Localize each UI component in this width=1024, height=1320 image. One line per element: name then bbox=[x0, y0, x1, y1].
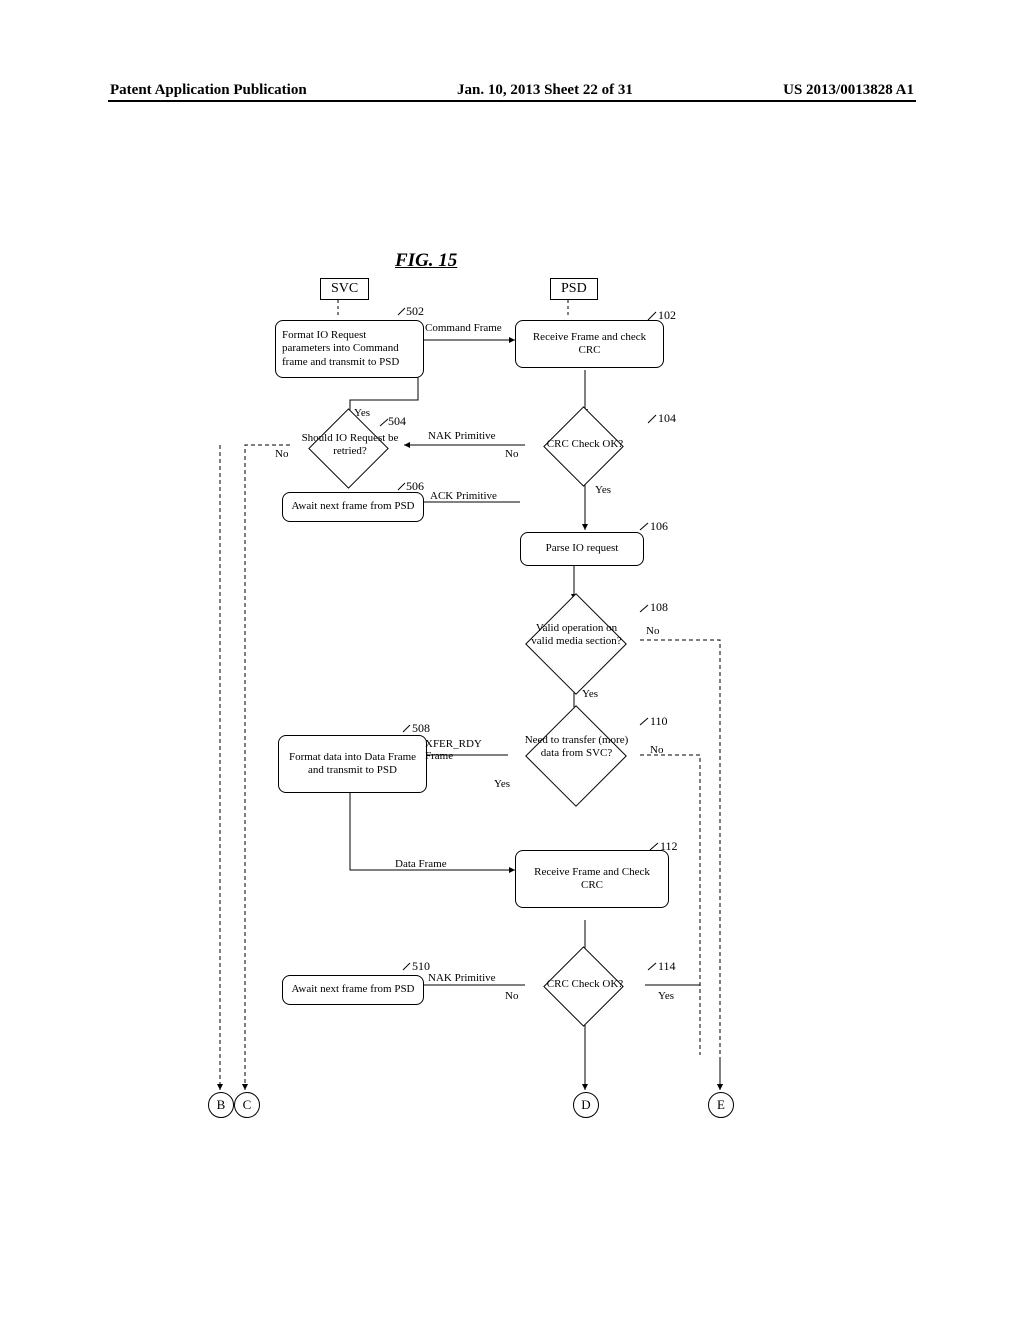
label-110-no: No bbox=[650, 744, 663, 756]
ref-104: 104 bbox=[658, 411, 676, 426]
ref-106: 106 bbox=[650, 519, 668, 534]
connector-B: B bbox=[208, 1092, 234, 1118]
header-rule bbox=[108, 100, 916, 102]
label-nak-1: NAK Primitive bbox=[428, 430, 496, 442]
box-502: Format IO Request parameters into Comman… bbox=[275, 320, 424, 378]
label-command-frame: Command Frame bbox=[425, 322, 502, 334]
ref-108: 108 bbox=[650, 600, 668, 615]
label-504-yes: Yes bbox=[354, 407, 370, 419]
diamond-104 bbox=[543, 406, 624, 487]
ref-102: 102 bbox=[658, 308, 676, 323]
label-114-yes: Yes bbox=[658, 990, 674, 1002]
box-106: Parse IO request bbox=[520, 532, 644, 566]
label-104-no: No bbox=[505, 448, 518, 460]
ref-504: 504 bbox=[388, 414, 406, 429]
header-center: Jan. 10, 2013 Sheet 22 of 31 bbox=[457, 82, 633, 99]
ref-506: 506 bbox=[406, 479, 424, 494]
figure-title: FIG. 15 bbox=[395, 250, 457, 272]
label-108-no: No bbox=[646, 625, 659, 637]
box-510: Await next frame from PSD bbox=[282, 975, 424, 1005]
label-108-yes: Yes bbox=[582, 688, 598, 700]
lane-svc: SVC bbox=[320, 278, 369, 300]
diamond-108 bbox=[525, 593, 627, 695]
ref-114: 114 bbox=[658, 959, 676, 974]
diamond-114 bbox=[543, 946, 624, 1027]
ref-112: 112 bbox=[660, 839, 678, 854]
label-504-no: No bbox=[275, 448, 288, 460]
ref-508: 508 bbox=[412, 721, 430, 736]
connector-E: E bbox=[708, 1092, 734, 1118]
page-header: Patent Application Publication Jan. 10, … bbox=[110, 82, 914, 101]
header-right: US 2013/0013828 A1 bbox=[783, 82, 914, 99]
box-508: Format data into Data Frame and transmit… bbox=[278, 735, 427, 793]
box-102: Receive Frame and check CRC bbox=[515, 320, 664, 368]
flow-edges bbox=[0, 0, 1024, 1320]
diamond-110 bbox=[525, 705, 627, 807]
connector-D: D bbox=[573, 1092, 599, 1118]
ref-502: 502 bbox=[406, 304, 424, 319]
connector-C: C bbox=[234, 1092, 260, 1118]
label-ack: ACK Primitive bbox=[430, 490, 497, 502]
box-112: Receive Frame and Check CRC bbox=[515, 850, 669, 908]
label-xfer: XFER_RDY Frame bbox=[425, 738, 495, 762]
label-114-no: No bbox=[505, 990, 518, 1002]
label-data-frame: Data Frame bbox=[395, 858, 447, 870]
ref-110: 110 bbox=[650, 714, 668, 729]
label-110-yes: Yes bbox=[494, 778, 510, 790]
header-left: Patent Application Publication bbox=[110, 82, 307, 99]
lane-psd: PSD bbox=[550, 278, 598, 300]
diamond-504 bbox=[308, 408, 389, 489]
box-506: Await next frame from PSD bbox=[282, 492, 424, 522]
label-nak-2: NAK Primitive bbox=[428, 972, 496, 984]
label-104-yes: Yes bbox=[595, 484, 611, 496]
